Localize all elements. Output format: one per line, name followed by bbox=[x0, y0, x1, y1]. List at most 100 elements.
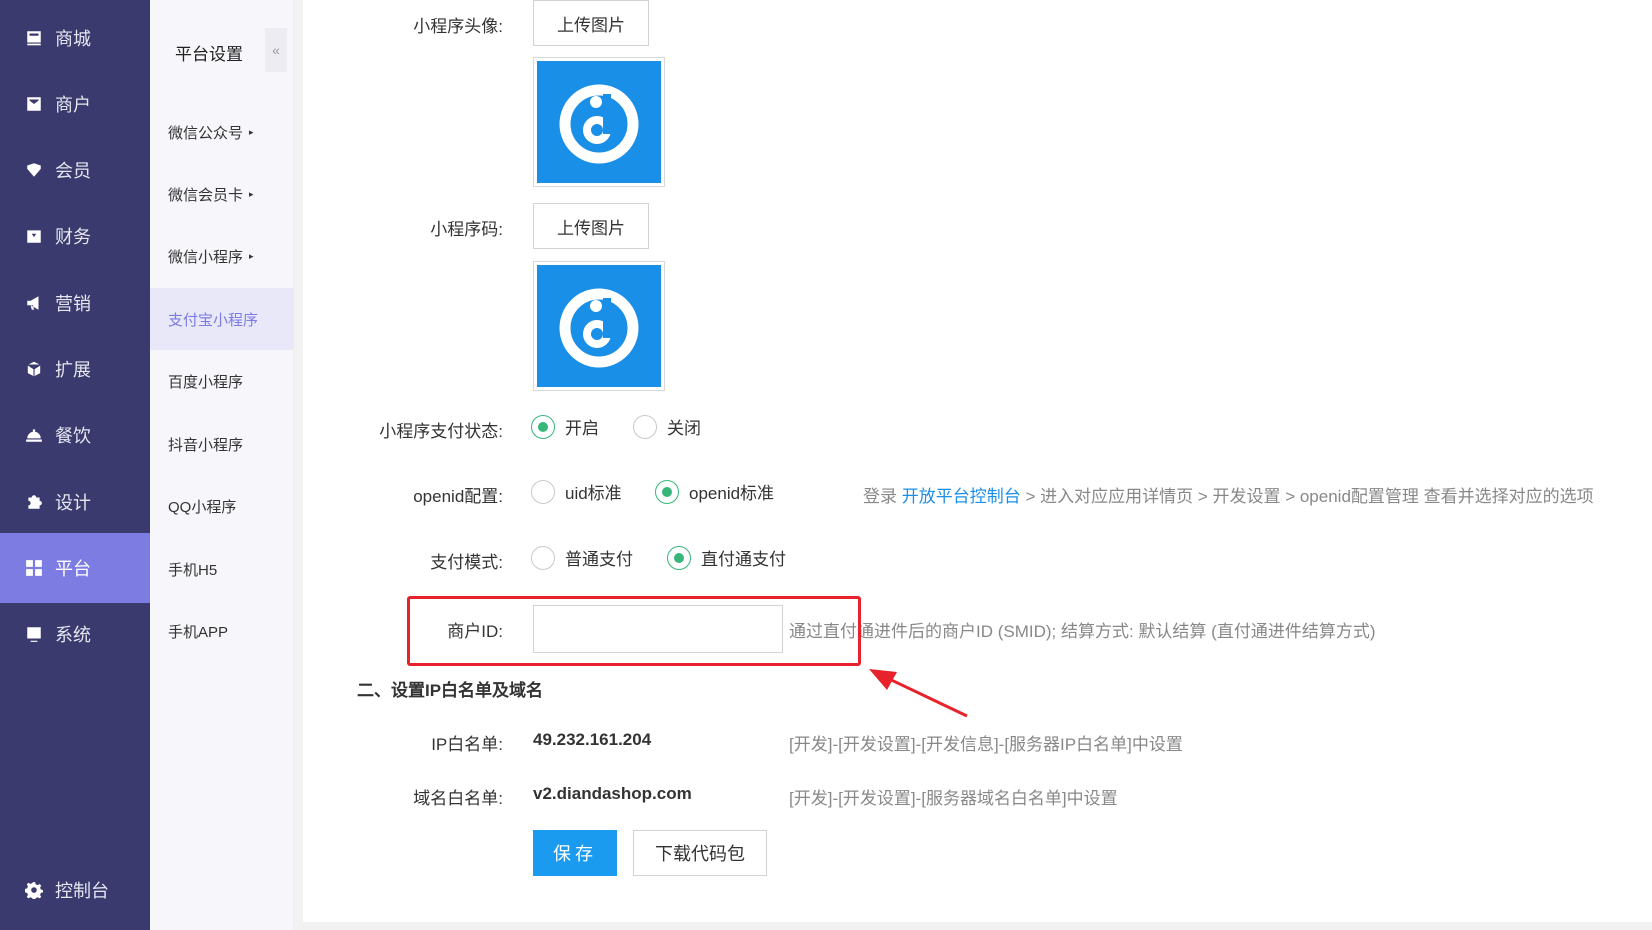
openid-uid-radio[interactable]: uid标准 bbox=[531, 479, 622, 504]
subnav-title: 平台设置 bbox=[175, 45, 243, 64]
nav-item-design[interactable]: 设计 bbox=[0, 467, 150, 537]
nav-item-system[interactable]: 系统 bbox=[0, 599, 150, 669]
pay-mode-direct-radio[interactable]: 直付通支付 bbox=[667, 545, 786, 570]
shop-icon bbox=[25, 29, 43, 47]
finance-icon bbox=[25, 227, 43, 245]
nav-item-member[interactable]: 会员 bbox=[0, 135, 150, 205]
subnav-item-wechat-mini[interactable]: 微信小程序 ▸ bbox=[150, 225, 294, 287]
nav-item-platform[interactable]: 平台 bbox=[0, 533, 150, 603]
avatar-preview[interactable] bbox=[533, 57, 665, 187]
nav-item-label: 商城 bbox=[55, 29, 91, 49]
collapse-icon[interactable]: « bbox=[265, 28, 287, 72]
subnav-item-alipay-mini[interactable]: 支付宝小程序 bbox=[150, 288, 294, 350]
openid-label: openid配置: bbox=[413, 487, 503, 506]
nav-item-label: 商户 bbox=[55, 95, 91, 115]
download-code-button[interactable]: 下载代码包 bbox=[633, 830, 767, 876]
subnav-item-qq-mini[interactable]: QQ小程序 bbox=[150, 475, 294, 537]
member-icon bbox=[25, 161, 43, 179]
radio-label: 关闭 bbox=[667, 419, 701, 438]
app-logo-icon bbox=[537, 61, 661, 183]
cloche-icon bbox=[25, 426, 43, 444]
ip-whitelist-value: 49.232.161.204 bbox=[533, 730, 652, 749]
radio-label: 普通支付 bbox=[565, 550, 633, 569]
nav-item-extension[interactable]: 扩展 bbox=[0, 334, 150, 404]
qrcode-upload-button[interactable]: 上传图片 bbox=[533, 203, 649, 249]
nav-item-shop[interactable]: 商城 bbox=[0, 3, 150, 73]
openid-hint-prefix: 登录 bbox=[863, 487, 902, 506]
radio-label: openid标准 bbox=[689, 484, 775, 503]
merchant-icon bbox=[25, 95, 43, 113]
annotation-arrow-icon bbox=[869, 669, 968, 718]
openid-standard-radio[interactable]: openid标准 bbox=[655, 479, 774, 504]
pay-status-label: 小程序支付状态: bbox=[379, 422, 503, 441]
domain-whitelist-label: 域名白名单: bbox=[413, 789, 503, 808]
subnav-item-app[interactable]: 手机APP bbox=[150, 600, 294, 662]
megaphone-icon bbox=[25, 294, 43, 312]
section-title: 二、设置IP白名单及域名 bbox=[357, 681, 544, 700]
caret-right-icon: ▸ bbox=[249, 126, 254, 137]
radio-dot bbox=[655, 479, 679, 504]
subnav-item-label: 微信小程序 bbox=[168, 248, 244, 266]
cube-icon bbox=[25, 360, 43, 378]
open-platform-link[interactable]: 开放平台控制台 bbox=[902, 487, 1021, 506]
subnav-item-h5[interactable]: 手机H5 bbox=[150, 538, 294, 600]
sub-nav: 平台设置 « 微信公众号 ▸ 微信会员卡 ▸ 微信小程序 ▸ 支付宝小程序 百度小程序… bbox=[150, 0, 294, 930]
merchant-id-hint: 通过直付通进件后的商户ID (SMID); 结算方式: 默认结算 (直付通进件结… bbox=[789, 622, 1376, 641]
nav-item-label: 营销 bbox=[55, 294, 91, 314]
subnav-item-douyin-mini[interactable]: 抖音小程序 bbox=[150, 413, 294, 475]
gear-icon bbox=[25, 881, 43, 899]
nav-item-label: 控制台 bbox=[55, 881, 109, 901]
nav-item-label: 平台 bbox=[55, 559, 91, 579]
radio-dot bbox=[531, 545, 555, 570]
nav-item-marketing[interactable]: 营销 bbox=[0, 268, 150, 338]
radio-dot bbox=[531, 414, 555, 439]
nav-item-merchant[interactable]: 商户 bbox=[0, 69, 150, 139]
grid-icon bbox=[25, 559, 43, 577]
subnav-item-label: 百度小程序 bbox=[168, 373, 244, 391]
qrcode-preview[interactable] bbox=[533, 261, 665, 391]
subnav-item-label: 支付宝小程序 bbox=[168, 311, 259, 329]
main-nav: 商城 商户 会员 财务 营销 扩展 餐饮 设计 平台 系统 控制台 bbox=[0, 0, 150, 930]
settings-form: 小程序头像: 上传图片 小程序码: 上传图片 小程序支付状态: 开启 关闭 op… bbox=[303, 0, 1652, 922]
subnav-item-label: 抖音小程序 bbox=[168, 436, 244, 454]
nav-item-label: 财务 bbox=[55, 227, 91, 247]
nav-item-finance[interactable]: 财务 bbox=[0, 201, 150, 271]
radio-dot bbox=[667, 545, 691, 570]
ip-whitelist-label: IP白名单: bbox=[431, 735, 503, 754]
subnav-item-label: 手机APP bbox=[168, 623, 229, 641]
nav-item-console[interactable]: 控制台 bbox=[0, 855, 150, 925]
radio-label: 开启 bbox=[565, 419, 599, 438]
ip-whitelist-hint: [开发]-[开发设置]-[开发信息]-[服务器IP白名单]中设置 bbox=[789, 735, 1183, 754]
nav-item-label: 餐饮 bbox=[55, 426, 91, 446]
subnav-item-wechat-card[interactable]: 微信会员卡 ▸ bbox=[150, 163, 294, 225]
radio-dot bbox=[531, 479, 555, 504]
subnav-item-label: 微信公众号 bbox=[168, 124, 244, 142]
subnav-item-label: 手机H5 bbox=[168, 561, 218, 579]
puzzle-icon bbox=[25, 493, 43, 511]
subnav-item-label: QQ小程序 bbox=[168, 498, 237, 516]
subnav-item-wechat-official[interactable]: 微信公众号 ▸ bbox=[150, 101, 294, 163]
nav-item-label: 设计 bbox=[55, 493, 91, 513]
subnav-item-baidu-mini[interactable]: 百度小程序 bbox=[150, 350, 294, 412]
radio-dot bbox=[633, 414, 657, 439]
nav-item-label: 扩展 bbox=[55, 360, 91, 380]
pay-status-off-radio[interactable]: 关闭 bbox=[633, 414, 701, 439]
pay-mode-normal-radio[interactable]: 普通支付 bbox=[531, 545, 633, 570]
nav-item-label: 系统 bbox=[55, 625, 91, 645]
openid-hint-suffix: > 进入对应应用详情页 > 开发设置 > openid配置管理 查看并选择对应的… bbox=[1020, 487, 1594, 506]
subnav-item-label: 微信会员卡 bbox=[168, 186, 244, 204]
highlight-box bbox=[407, 596, 861, 666]
system-icon bbox=[25, 625, 43, 643]
openid-hint: 登录 开放平台控制台 > 进入对应应用详情页 > 开发设置 > openid配置… bbox=[863, 482, 1594, 507]
pay-status-on-radio[interactable]: 开启 bbox=[531, 414, 599, 439]
avatar-upload-button[interactable]: 上传图片 bbox=[533, 0, 649, 46]
domain-whitelist-hint: [开发]-[开发设置]-[服务器域名白名单]中设置 bbox=[789, 789, 1118, 808]
save-button[interactable]: 保存 bbox=[533, 830, 617, 876]
domain-whitelist-value: v2.diandashop.com bbox=[533, 784, 692, 803]
nav-item-catering[interactable]: 餐饮 bbox=[0, 400, 150, 470]
caret-right-icon: ▸ bbox=[249, 250, 254, 261]
app-logo-icon bbox=[537, 265, 661, 387]
pay-mode-label: 支付模式: bbox=[430, 553, 503, 572]
qrcode-label: 小程序码: bbox=[430, 220, 503, 239]
nav-item-label: 会员 bbox=[55, 161, 91, 181]
